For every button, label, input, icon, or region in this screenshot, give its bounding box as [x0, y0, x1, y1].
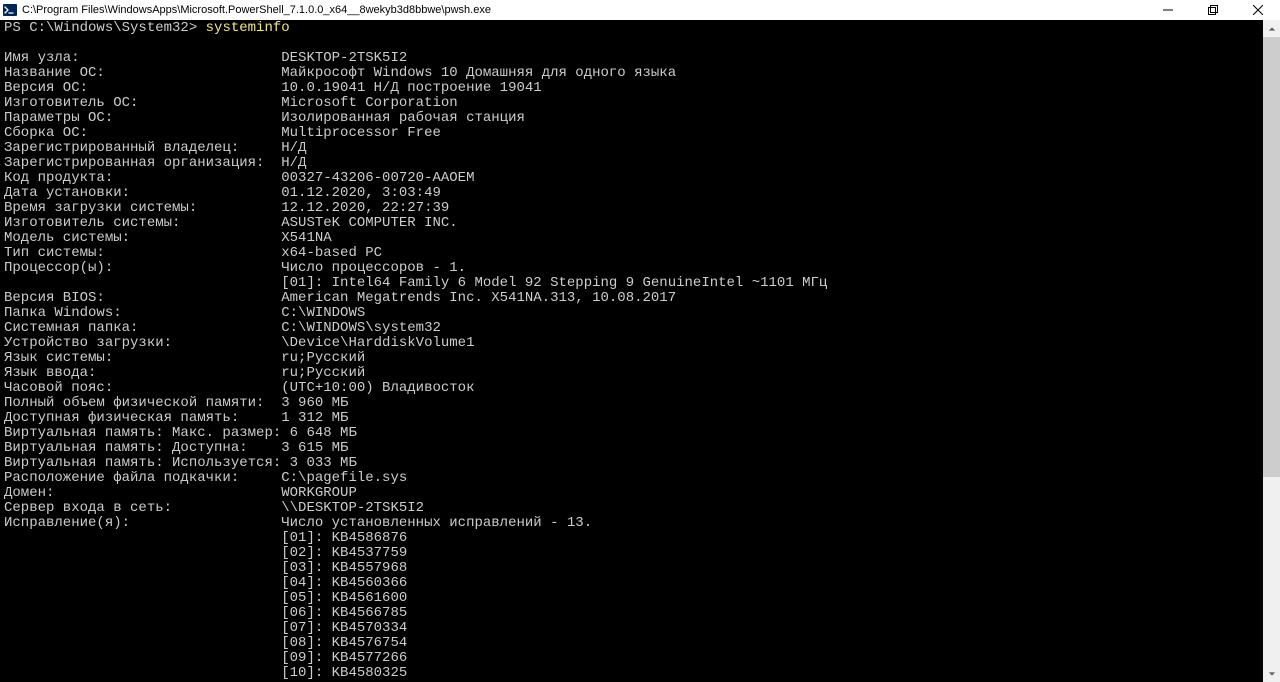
scroll-down-button[interactable]: [1263, 665, 1280, 682]
output-row: Процессор(ы): Число процессоров - 1.: [4, 261, 1276, 276]
output-row: Системная папка: C:\WINDOWS\system32: [4, 321, 1276, 336]
output-row: Время загрузки системы: 12.12.2020, 22:2…: [4, 201, 1276, 216]
output-row: Исправление(я): Число установленных испр…: [4, 516, 1276, 531]
scrollbar-thumb[interactable]: [1263, 37, 1280, 477]
output-row: Версия ОС: 10.0.19041 Н/Д построение 190…: [4, 81, 1276, 96]
output-row: Сборка ОС: Multiprocessor Free: [4, 126, 1276, 141]
output-row: Код продукта: 00327-43206-00720-AAOEM: [4, 171, 1276, 186]
close-button[interactable]: [1235, 0, 1280, 20]
output-row: Виртуальная память: Используется: 3 033 …: [4, 456, 1276, 471]
output-row: [04]: KB4560366: [4, 576, 1276, 591]
output-row: Изготовитель ОС: Microsoft Corporation: [4, 96, 1276, 111]
titlebar[interactable]: C:\Program Files\WindowsApps\Microsoft.P…: [0, 0, 1280, 20]
output-row: Виртуальная память: Доступна: 3 615 МБ: [4, 441, 1276, 456]
terminal-output[interactable]: PS C:\Windows\System32> systeminfo Имя у…: [0, 20, 1280, 682]
output-row: Сервер входа в сеть: \\DESKTOP-2TSK5I2: [4, 501, 1276, 516]
scrollbar-track[interactable]: [1263, 37, 1280, 665]
app-icon: [2, 2, 18, 18]
window-title: C:\Program Files\WindowsApps\Microsoft.P…: [22, 4, 1145, 16]
output-row: [03]: KB4557968: [4, 561, 1276, 576]
output-row: Полный объем физической памяти: 3 960 МБ: [4, 396, 1276, 411]
output-row: Версия BIOS: American Megatrends Inc. X5…: [4, 291, 1276, 306]
output-row: Язык ввода: ru;Русский: [4, 366, 1276, 381]
output-row: [01]: Intel64 Family 6 Model 92 Stepping…: [4, 276, 1276, 291]
output-row: [08]: KB4576754: [4, 636, 1276, 651]
prompt-prefix: PS C:\Windows\System32>: [4, 20, 206, 36]
output-row: Параметры ОС: Изолированная рабочая стан…: [4, 111, 1276, 126]
vertical-scrollbar[interactable]: [1263, 20, 1280, 682]
output-row: [07]: KB4570334: [4, 621, 1276, 636]
maximize-button[interactable]: [1190, 0, 1235, 20]
output-row: Расположение файла подкачки: C:\pagefile…: [4, 471, 1276, 486]
output-row: [10]: KB4580325: [4, 666, 1276, 681]
output-row: Модель системы: X541NA: [4, 231, 1276, 246]
minimize-button[interactable]: [1145, 0, 1190, 20]
output-row: Имя узла: DESKTOP-2TSK5I2: [4, 51, 1276, 66]
output-row: Часовой пояс: (UTC+10:00) Владивосток: [4, 381, 1276, 396]
powershell-window: C:\Program Files\WindowsApps\Microsoft.P…: [0, 0, 1280, 682]
command-text: systeminfo: [206, 20, 290, 36]
output-row: [06]: KB4566785: [4, 606, 1276, 621]
output-row: [09]: KB4577266: [4, 651, 1276, 666]
output-row: Язык системы: ru;Русский: [4, 351, 1276, 366]
output-row: Название ОС: Майкрософт Windows 10 Домаш…: [4, 66, 1276, 81]
output-row: Дата установки: 01.12.2020, 3:03:49: [4, 186, 1276, 201]
prompt-line: PS C:\Windows\System32> systeminfo: [4, 21, 1276, 36]
blank-line: [4, 36, 1276, 51]
output-row: Домен: WORKGROUP: [4, 486, 1276, 501]
output-row: Виртуальная память: Макс. размер: 6 648 …: [4, 426, 1276, 441]
output-row: Тип системы: x64-based PC: [4, 246, 1276, 261]
output-row: Изготовитель системы: ASUSTeK COMPUTER I…: [4, 216, 1276, 231]
output-row: Зарегистрированная организация: Н/Д: [4, 156, 1276, 171]
output-row: [02]: KB4537759: [4, 546, 1276, 561]
output-row: Доступная физическая память: 1 312 МБ: [4, 411, 1276, 426]
window-controls: [1145, 0, 1280, 20]
output-row: [05]: KB4561600: [4, 591, 1276, 606]
output-row: Зарегистрированный владелец: Н/Д: [4, 141, 1276, 156]
scroll-up-button[interactable]: [1263, 20, 1280, 37]
output-row: [01]: KB4586876: [4, 531, 1276, 546]
output-row: Устройство загрузки: \Device\HarddiskVol…: [4, 336, 1276, 351]
output-row: Папка Windows: C:\WINDOWS: [4, 306, 1276, 321]
